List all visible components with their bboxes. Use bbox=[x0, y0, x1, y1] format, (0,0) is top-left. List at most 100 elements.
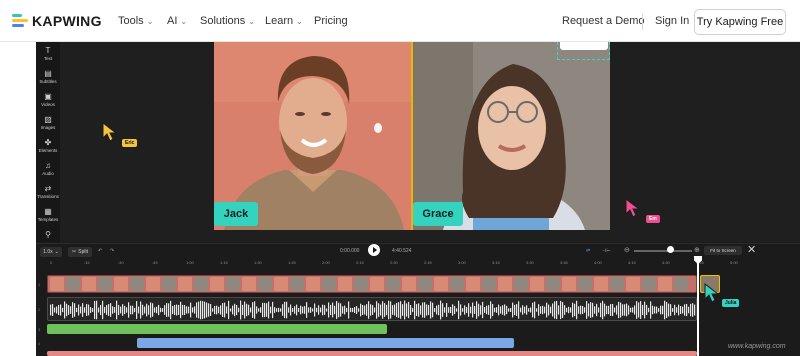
nav-divider bbox=[642, 14, 643, 30]
cursor-eric-icon bbox=[102, 122, 118, 142]
sidebar-item-elements[interactable]: ✤ Elements bbox=[36, 138, 60, 154]
audio-waveform-track[interactable] bbox=[47, 297, 697, 321]
close-timeline-icon[interactable]: ✕ bbox=[747, 243, 756, 256]
waveform-bar bbox=[278, 307, 280, 313]
nav-solutions[interactable]: Solutions ⌄ bbox=[200, 15, 255, 27]
play-button[interactable] bbox=[368, 244, 380, 256]
waveform-bar bbox=[488, 305, 490, 315]
waveform-bar bbox=[572, 302, 574, 318]
waveform-bar bbox=[512, 302, 514, 318]
waveform-bar bbox=[640, 301, 642, 319]
waveform-bar bbox=[162, 308, 164, 312]
waveform-bar bbox=[506, 305, 508, 315]
playhead[interactable] bbox=[697, 256, 699, 356]
waveform-bar bbox=[296, 304, 298, 316]
waveform-bar bbox=[250, 307, 252, 313]
waveform-bar bbox=[608, 305, 610, 315]
waveform-bar bbox=[148, 305, 150, 315]
top-navigation: KAPWING Tools ⌄ AI ⌄ Solutions ⌄ Learn ⌄ Pri… bbox=[0, 0, 800, 42]
clip-thumbnail bbox=[466, 277, 480, 291]
kapwing-logo[interactable]: KAPWING bbox=[12, 13, 102, 29]
nav-ai[interactable]: AI ⌄ bbox=[167, 15, 187, 27]
ruler-tick: 2:15 bbox=[356, 260, 364, 265]
sidebar-item-subtitles[interactable]: ▤ Subtitles bbox=[36, 69, 60, 85]
waveform-bar bbox=[132, 305, 134, 315]
waveform-bar bbox=[474, 306, 476, 314]
waveform-bar bbox=[404, 300, 406, 320]
clip-thumbnail bbox=[370, 277, 384, 291]
waveform-bar bbox=[206, 302, 208, 318]
waveform-bar bbox=[662, 305, 664, 315]
sidebar-item-text[interactable]: T Text bbox=[36, 46, 60, 62]
timeline-ruler[interactable]: 0 :15 :30 :45 1:00 1:15 1:30 1:45 2:00 2… bbox=[36, 259, 800, 269]
waveform-bar bbox=[130, 305, 132, 315]
waveform-bar bbox=[626, 303, 628, 317]
blue-clip-track[interactable] bbox=[137, 338, 514, 348]
clip-thumbnail bbox=[514, 277, 528, 291]
waveform-bar bbox=[656, 306, 658, 314]
green-clip-track[interactable] bbox=[47, 324, 387, 334]
ruler-tick: 1:00 bbox=[186, 260, 194, 265]
selection-box[interactable] bbox=[557, 42, 610, 60]
waveform-bar bbox=[530, 307, 532, 313]
sidebar-item-videos[interactable]: ▣ Videos bbox=[36, 92, 60, 108]
audio-icon: ♫ bbox=[45, 161, 51, 170]
name-tag-jack[interactable]: Jack bbox=[214, 202, 258, 226]
waveform-bar bbox=[552, 303, 554, 317]
request-demo-link[interactable]: Request a Demo bbox=[562, 15, 645, 27]
snap-icon[interactable]: ⇌ bbox=[586, 248, 590, 254]
nav-tools[interactable]: Tools ⌄ bbox=[118, 15, 153, 27]
zoom-in-icon[interactable]: ⊕ bbox=[694, 246, 700, 254]
speed-dropdown[interactable]: 1.0x ⌄ bbox=[40, 247, 62, 257]
kapwing-logo-icon bbox=[12, 14, 28, 28]
fit-tracks-icon[interactable]: ⊣⊢ bbox=[602, 248, 611, 254]
waveform-bar bbox=[144, 306, 146, 314]
waveform-bar bbox=[574, 303, 576, 317]
waveform-bar bbox=[476, 301, 478, 319]
waveform-bar bbox=[680, 306, 682, 314]
video-clip-track[interactable] bbox=[47, 275, 697, 293]
sidebar-item-templates[interactable]: ▦ Templates bbox=[36, 207, 60, 223]
waveform-bar bbox=[452, 304, 454, 316]
zoom-slider[interactable] bbox=[634, 250, 692, 252]
redo-icon[interactable]: ↷ bbox=[110, 248, 114, 254]
nav-learn[interactable]: Learn ⌄ bbox=[265, 15, 303, 27]
waveform-bar bbox=[214, 305, 216, 315]
waveform-bar bbox=[402, 304, 404, 316]
waveform-bar bbox=[668, 303, 670, 317]
waveform-bar bbox=[498, 304, 500, 316]
split-button[interactable]: ✂ Split bbox=[68, 247, 92, 257]
waveform-bar bbox=[330, 304, 332, 316]
fit-to-screen-button[interactable]: Fit to Screen bbox=[704, 246, 742, 255]
waveform-bar bbox=[286, 301, 288, 319]
clip-thumbnail bbox=[434, 277, 448, 291]
sidebar-item-images[interactable]: ▨ Images bbox=[36, 115, 60, 131]
ruler-tick: 4:00 bbox=[594, 260, 602, 265]
sidebar-item-plugins[interactable]: ⚲ bbox=[36, 230, 60, 240]
clip-thumbnail bbox=[50, 277, 64, 291]
clip-thumbnail bbox=[578, 277, 592, 291]
waveform-bar bbox=[88, 304, 90, 316]
ruler-tick: 1:15 bbox=[220, 260, 228, 265]
waveform-bar bbox=[540, 306, 542, 314]
waveform-bar bbox=[462, 308, 464, 312]
sign-in-link[interactable]: Sign In bbox=[655, 15, 689, 27]
name-tag-grace[interactable]: Grace bbox=[413, 202, 463, 226]
waveform-bar bbox=[508, 308, 510, 312]
try-kapwing-free-button[interactable]: Try Kapwing Free bbox=[694, 9, 786, 35]
pink-clip-track[interactable] bbox=[47, 351, 697, 356]
sidebar-item-audio[interactable]: ♫ Audio bbox=[36, 161, 60, 177]
zoom-slider-handle[interactable] bbox=[667, 246, 674, 253]
nav-pricing[interactable]: Pricing bbox=[314, 15, 348, 27]
zoom-out-icon[interactable]: ⊖ bbox=[624, 246, 630, 254]
waveform-bar bbox=[426, 304, 428, 316]
waveform-bar bbox=[542, 305, 544, 315]
undo-icon[interactable]: ↶ bbox=[98, 248, 102, 254]
sidebar-item-transitions[interactable]: ⇄ Transitions bbox=[36, 184, 60, 200]
waveform-bar bbox=[208, 303, 210, 317]
ruler-tick: 5:00 bbox=[730, 260, 738, 265]
waveform-bar bbox=[280, 308, 282, 312]
waveform-bar bbox=[166, 303, 168, 317]
waveform-bar bbox=[460, 304, 462, 316]
waveform-bar bbox=[266, 303, 268, 317]
